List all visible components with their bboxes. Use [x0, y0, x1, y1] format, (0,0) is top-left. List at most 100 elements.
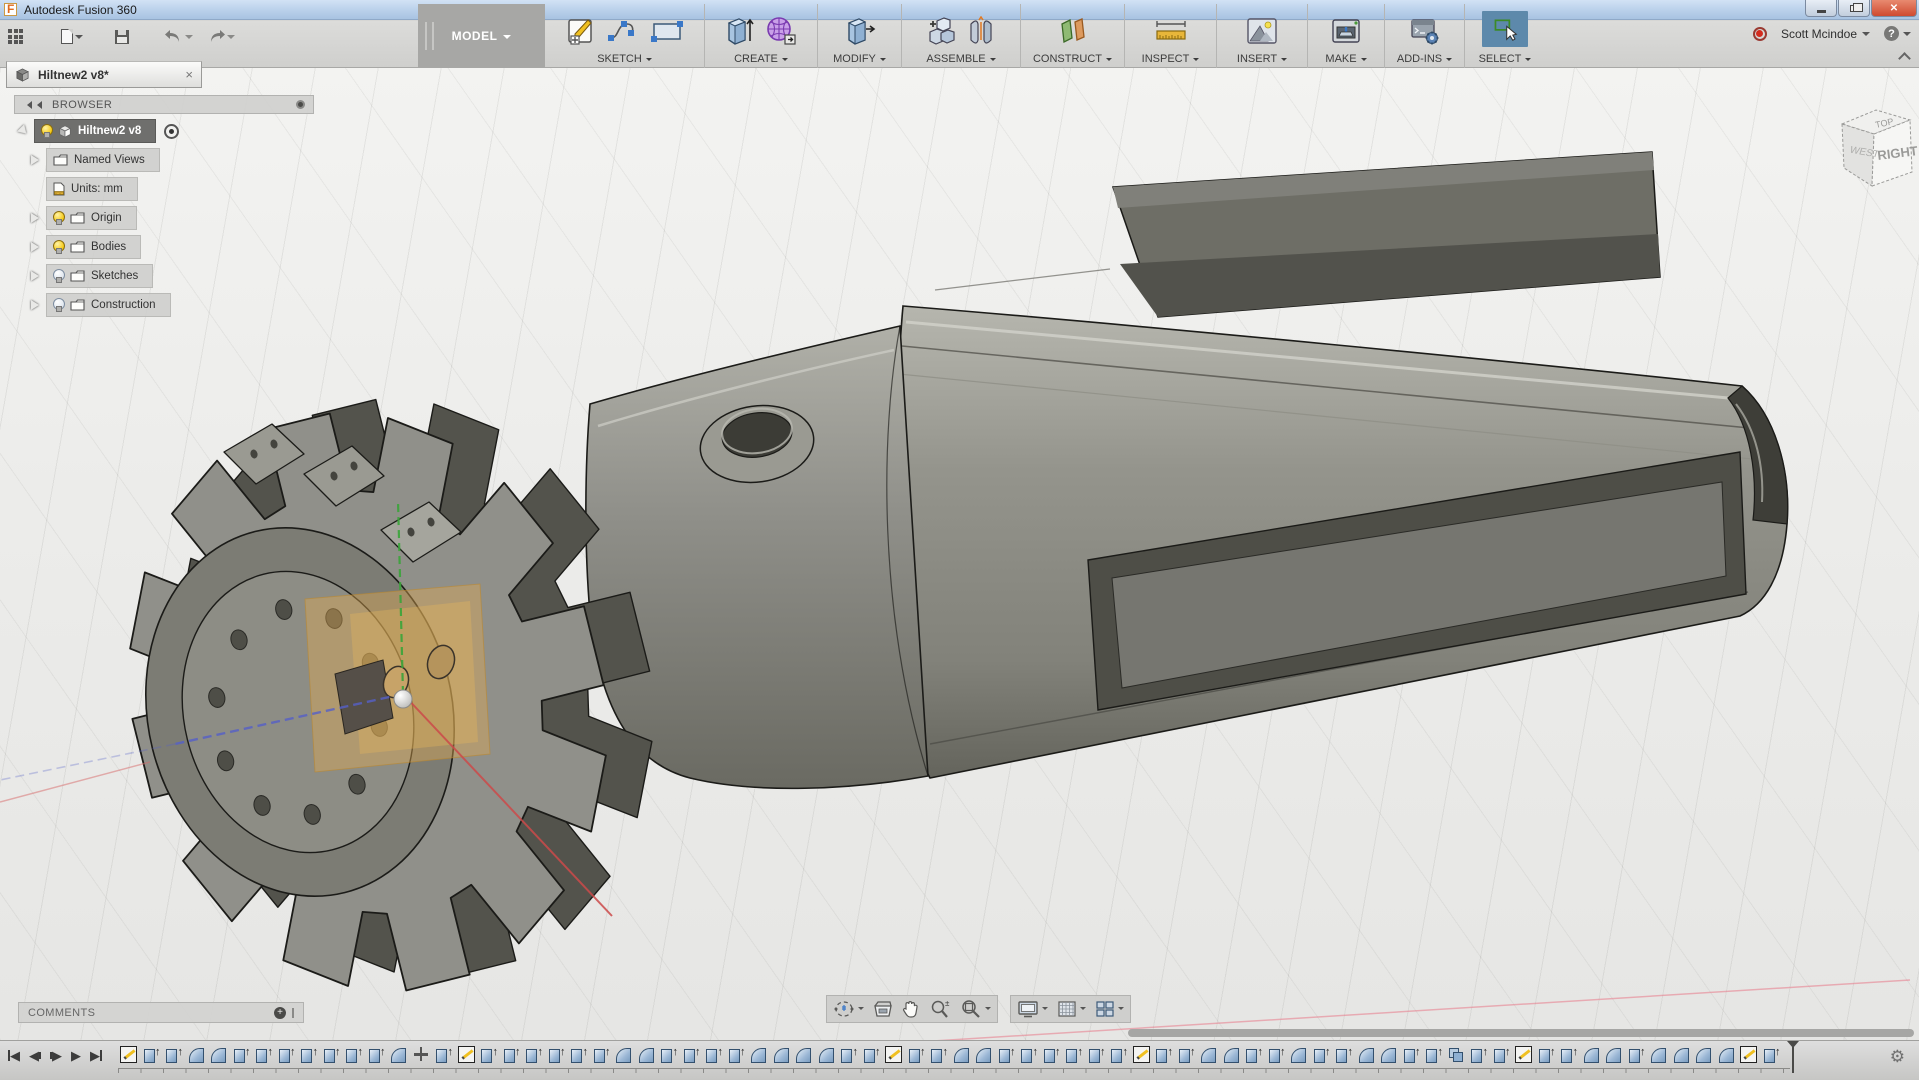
browser-item[interactable]: Bodies — [14, 235, 314, 259]
extrude-feature-icon[interactable] — [548, 1046, 565, 1063]
fillet-feature-icon[interactable] — [615, 1046, 632, 1063]
fillet-feature-icon[interactable] — [1358, 1046, 1375, 1063]
extrude-icon[interactable] — [725, 15, 755, 47]
extrude-feature-icon[interactable] — [143, 1046, 160, 1063]
document-tab[interactable]: Hiltnew2 v8* × — [6, 61, 202, 88]
insert-menu[interactable]: INSERT — [1237, 53, 1287, 65]
activate-component-radio[interactable] — [164, 124, 179, 139]
model-collar[interactable] — [586, 326, 928, 788]
extrude-feature-icon[interactable] — [525, 1046, 542, 1063]
browser-item-chip[interactable]: Hiltnew2 v8 — [34, 119, 156, 143]
step-forward-button[interactable]: ▶ — [50, 1049, 62, 1062]
fillet-feature-icon[interactable] — [975, 1046, 992, 1063]
sketch-feature-icon[interactable] — [120, 1046, 137, 1063]
display-settings-button[interactable] — [1017, 1000, 1048, 1018]
new-component-icon[interactable] — [927, 16, 957, 46]
add-comment-icon[interactable]: + — [274, 1007, 286, 1019]
extrude-feature-icon[interactable] — [255, 1046, 272, 1063]
pan-button[interactable] — [902, 999, 920, 1019]
extrude-feature-icon[interactable] — [728, 1046, 745, 1063]
extrude-feature-icon[interactable] — [1268, 1046, 1285, 1063]
extrude-feature-icon[interactable] — [1335, 1046, 1352, 1063]
sketch-feature-icon[interactable] — [1133, 1046, 1150, 1063]
orbit-button[interactable] — [833, 999, 864, 1019]
fillet-feature-icon[interactable] — [1583, 1046, 1600, 1063]
extrude-feature-icon[interactable] — [1425, 1046, 1442, 1063]
construct-plane-icon[interactable] — [1058, 16, 1088, 46]
skip-to-start-button[interactable]: ◀ — [8, 1049, 20, 1062]
extrude-feature-icon[interactable] — [1043, 1046, 1060, 1063]
browser-item-chip[interactable]: Units: mm — [46, 177, 138, 201]
extrude-feature-icon[interactable] — [233, 1046, 250, 1063]
sketch-feature-icon[interactable] — [458, 1046, 475, 1063]
minimize-button[interactable] — [1805, 0, 1837, 17]
extrude-feature-icon[interactable] — [1313, 1046, 1330, 1063]
visibility-bulb-icon[interactable] — [53, 240, 64, 254]
move-feature-icon[interactable] — [413, 1046, 430, 1063]
spline-icon[interactable] — [607, 18, 641, 44]
combine-feature-icon[interactable] — [1448, 1046, 1465, 1063]
browser-item[interactable]: Named Views — [14, 148, 314, 172]
fillet-feature-icon[interactable] — [1718, 1046, 1735, 1063]
select-tool-button[interactable] — [1482, 11, 1528, 47]
fillet-feature-icon[interactable] — [210, 1046, 227, 1063]
sketch-menu[interactable]: SKETCH — [597, 53, 652, 65]
extrude-feature-icon[interactable] — [1538, 1046, 1555, 1063]
extrude-feature-icon[interactable] — [908, 1046, 925, 1063]
extrude-feature-icon[interactable] — [840, 1046, 857, 1063]
extrude-feature-icon[interactable] — [1020, 1046, 1037, 1063]
expander-icon[interactable] — [30, 300, 41, 311]
panel-opacity-handle[interactable] — [296, 100, 305, 109]
fillet-feature-icon[interactable] — [1223, 1046, 1240, 1063]
create-menu[interactable]: CREATE — [734, 53, 788, 65]
fillet-feature-icon[interactable] — [1200, 1046, 1217, 1063]
maximize-button[interactable] — [1838, 0, 1870, 17]
expander-icon[interactable] — [30, 155, 41, 166]
look-at-button[interactable] — [873, 1000, 893, 1018]
create-sketch-icon[interactable] — [567, 16, 597, 46]
zoom-button[interactable]: ± — [929, 999, 951, 1019]
step-back-button[interactable]: ◀ — [29, 1049, 41, 1062]
play-button[interactable]: ▶ — [71, 1049, 81, 1062]
fillet-feature-icon[interactable] — [1673, 1046, 1690, 1063]
make-menu[interactable]: MAKE — [1325, 53, 1366, 65]
visibility-bulb-icon[interactable] — [53, 298, 64, 312]
browser-item-chip[interactable]: Construction — [46, 293, 171, 317]
insert-image-icon[interactable] — [1246, 17, 1278, 45]
fillet-feature-icon[interactable] — [1380, 1046, 1397, 1063]
browser-item-chip[interactable]: Bodies — [46, 235, 141, 259]
extrude-feature-icon[interactable] — [683, 1046, 700, 1063]
viewports-button[interactable] — [1095, 1000, 1124, 1018]
modify-menu[interactable]: MODIFY — [833, 53, 886, 65]
browser-item[interactable]: Sketches — [14, 264, 314, 288]
addins-menu[interactable]: ADD-INS — [1397, 53, 1452, 65]
fillet-feature-icon[interactable] — [795, 1046, 812, 1063]
close-button[interactable]: ✕ — [1871, 0, 1917, 17]
extrude-feature-icon[interactable] — [1245, 1046, 1262, 1063]
rectangle-sketch-icon[interactable] — [651, 19, 683, 43]
assemble-menu[interactable]: ASSEMBLE — [926, 53, 995, 65]
help-menu[interactable]: ? — [1884, 26, 1911, 41]
sketch-feature-icon[interactable] — [1740, 1046, 1757, 1063]
extrude-feature-icon[interactable] — [1403, 1046, 1420, 1063]
fillet-feature-icon[interactable] — [638, 1046, 655, 1063]
inspect-menu[interactable]: INSPECT — [1142, 53, 1200, 65]
zoom-window-button[interactable] — [960, 999, 991, 1019]
expander-icon[interactable] — [30, 242, 41, 253]
sketch-feature-icon[interactable] — [1515, 1046, 1532, 1063]
browser-item-chip[interactable]: Sketches — [46, 264, 153, 288]
timeline-scrollbar[interactable] — [1128, 1029, 1914, 1037]
extrude-feature-icon[interactable] — [345, 1046, 362, 1063]
model-barrel[interactable] — [895, 269, 1788, 778]
collapse-panel-icon[interactable] — [23, 101, 42, 109]
extrude-feature-icon[interactable] — [1470, 1046, 1487, 1063]
redo-button[interactable] — [205, 28, 237, 46]
extrude-feature-icon[interactable] — [930, 1046, 947, 1063]
undo-button[interactable] — [163, 28, 195, 46]
timeline-playhead[interactable] — [1792, 1043, 1794, 1073]
joint-icon[interactable] — [967, 16, 995, 46]
fillet-feature-icon[interactable] — [1290, 1046, 1307, 1063]
record-icon[interactable] — [1753, 27, 1767, 41]
browser-header[interactable]: BROWSER — [14, 95, 314, 114]
timeline-settings-gear-icon[interactable]: ⚙ — [1890, 1048, 1905, 1065]
